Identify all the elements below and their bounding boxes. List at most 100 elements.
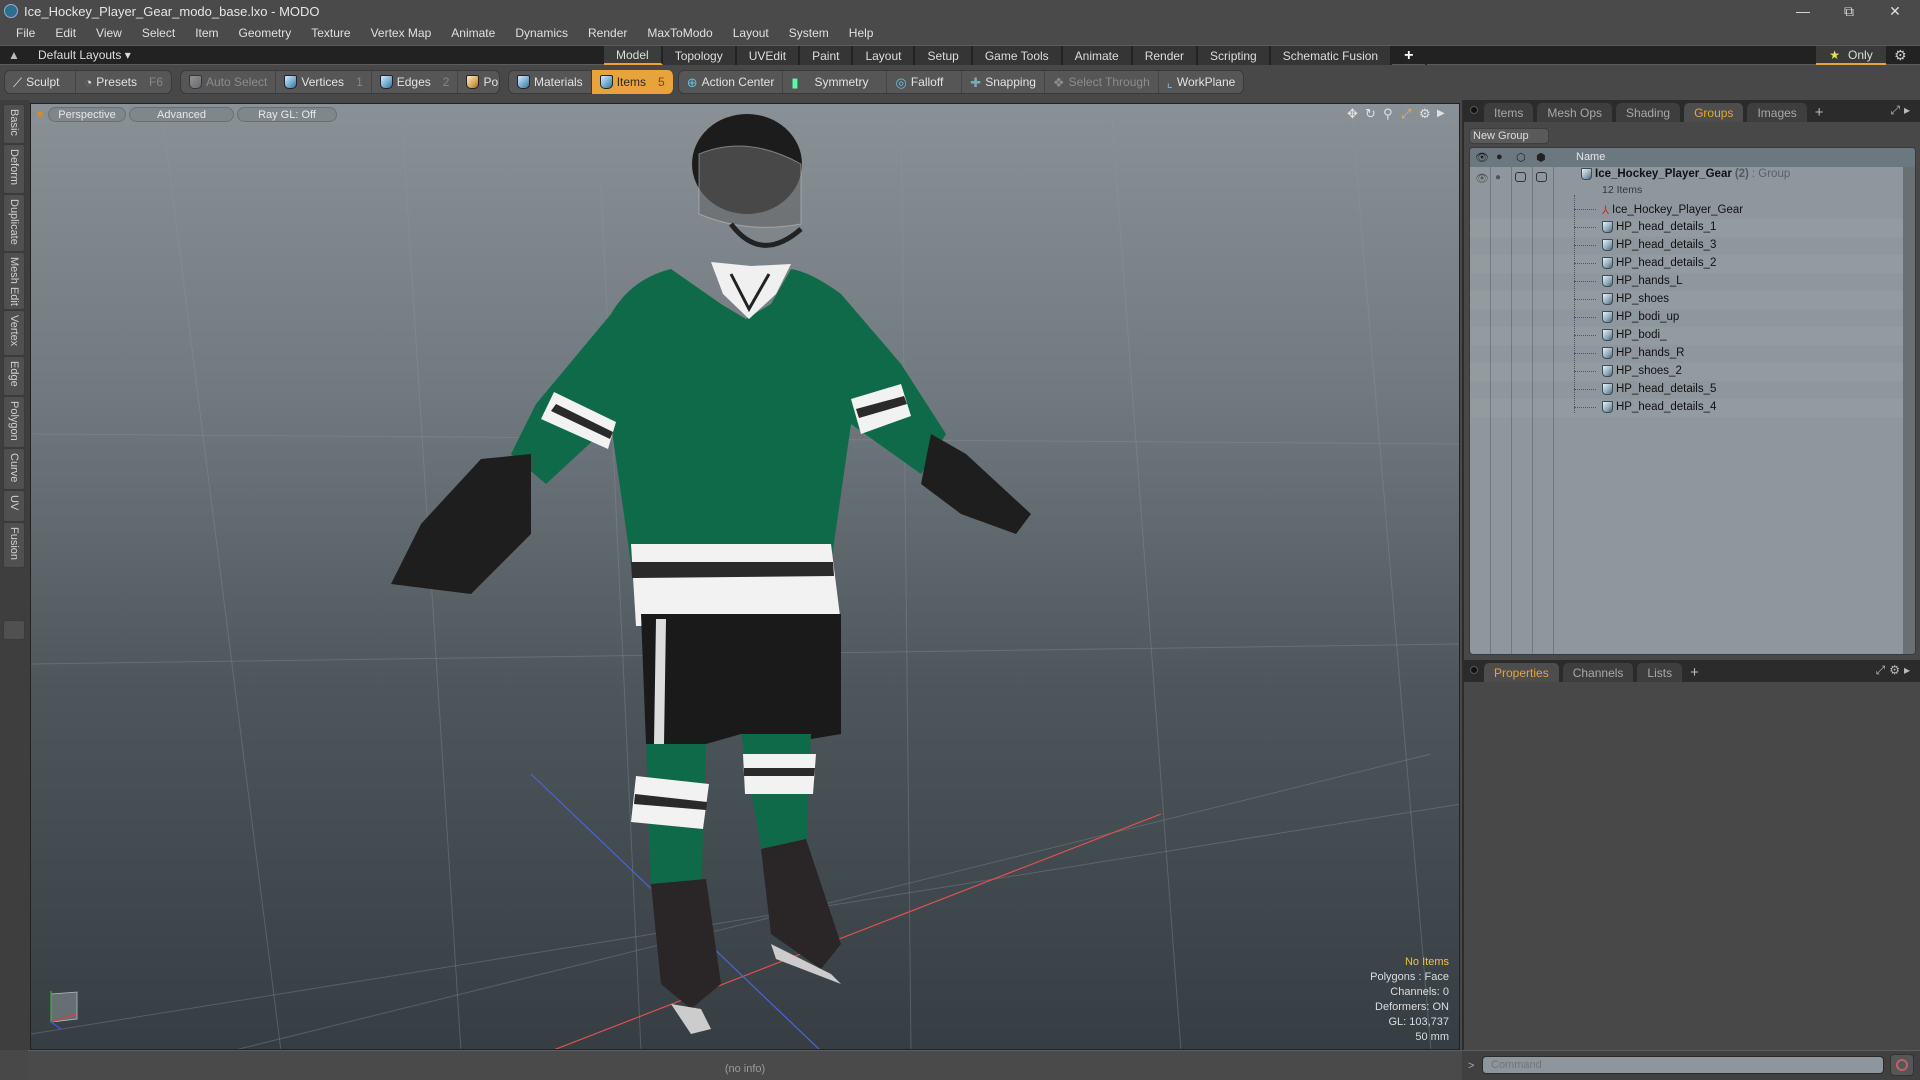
group-item-row[interactable]: HP_head_details_5 — [1470, 381, 1915, 399]
tab-vertex[interactable]: Vertex — [3, 310, 25, 356]
presets-button[interactable]: ◔ Presets F6 — [76, 71, 171, 93]
panel-expand-icon[interactable]: ⤢▸ — [1890, 103, 1914, 118]
materials-button[interactable]: Materials — [508, 70, 592, 94]
menu-render[interactable]: Render — [578, 26, 637, 40]
restore-button[interactable]: ⧉ — [1826, 0, 1872, 22]
group-select-toggle[interactable] — [1536, 172, 1547, 182]
tab-deform[interactable]: Deform — [3, 144, 25, 194]
view-mode-dropdown[interactable]: Perspective — [48, 107, 126, 122]
layout-tab-scripting[interactable]: Scripting — [1198, 46, 1271, 65]
group-item-row[interactable]: ⅄ Ice_Hockey_Player_Gear — [1470, 201, 1915, 219]
tab-edge[interactable]: Edge — [3, 356, 25, 396]
layout-tab-paint[interactable]: Paint — [800, 46, 854, 65]
tab-mesh-edit[interactable]: Mesh Edit — [3, 252, 25, 310]
maximize-viewport-icon[interactable]: ⤢ — [1401, 106, 1411, 122]
layout-tab-model[interactable]: Model — [604, 46, 663, 65]
layout-tab-game-tools[interactable]: Game Tools — [972, 46, 1063, 65]
tab-polygon[interactable]: Polygon — [3, 396, 25, 448]
snapping-button[interactable]: ✚ Snapping — [962, 71, 1045, 93]
collapse-up-icon[interactable]: ▲ — [8, 48, 20, 62]
menu-item[interactable]: Item — [185, 26, 228, 40]
layout-tab-render[interactable]: Render — [1132, 46, 1199, 65]
tab-groups[interactable]: Groups — [1684, 103, 1744, 122]
tab-shading[interactable]: Shading — [1616, 103, 1681, 122]
menu-view[interactable]: View — [86, 26, 132, 40]
items-button[interactable]: Items 5 — [591, 70, 674, 94]
menu-select[interactable]: Select — [132, 26, 185, 40]
tab-channels[interactable]: Channels — [1562, 663, 1634, 682]
layout-tab-setup[interactable]: Setup — [915, 46, 973, 65]
add-tab-button[interactable]: + — [1811, 103, 1828, 122]
menu-help[interactable]: Help — [839, 26, 884, 40]
tree-scrollbar[interactable] — [1903, 167, 1915, 654]
select-through-button[interactable]: ❖ Select Through — [1045, 71, 1159, 93]
minimize-button[interactable]: — — [1780, 0, 1826, 22]
tab-images[interactable]: Images — [1747, 103, 1807, 122]
toggle-tabs-button[interactable] — [3, 620, 25, 640]
pan-icon[interactable]: ✥ — [1347, 106, 1358, 122]
layout-tab-animate[interactable]: Animate — [1062, 46, 1133, 65]
rotate-icon[interactable]: ↻ — [1365, 106, 1376, 122]
tab-lists[interactable]: Lists — [1637, 663, 1683, 682]
command-input[interactable] — [1482, 1056, 1884, 1074]
edges-button[interactable]: Edges 2 — [372, 71, 459, 93]
menu-vertex-map[interactable]: Vertex Map — [361, 26, 442, 40]
shading-mode-dropdown[interactable]: Advanced — [129, 107, 234, 122]
menu-dynamics[interactable]: Dynamics — [505, 26, 578, 40]
render-camera-icon[interactable]: ● — [1496, 151, 1503, 163]
group-item-row[interactable]: HP_head_details_2 — [1470, 255, 1915, 273]
tab-curve[interactable]: Curve — [3, 448, 25, 490]
action-center-button[interactable]: ⊕ Action Center — [679, 71, 784, 93]
add-properties-tab-button[interactable]: + — [1686, 663, 1703, 682]
viewport-settings-gear-icon[interactable]: ⚙ — [1419, 106, 1431, 122]
new-group-button[interactable]: New Group — [1469, 128, 1549, 144]
zoom-icon[interactable]: ⚲ — [1383, 106, 1393, 122]
menu-animate[interactable]: Animate — [441, 26, 505, 40]
menu-file[interactable]: File — [6, 26, 45, 40]
add-layout-tab-button[interactable]: + — [1392, 46, 1428, 65]
menu-layout[interactable]: Layout — [723, 26, 779, 40]
group-item-row[interactable]: HP_head_details_1 — [1470, 219, 1915, 237]
menu-texture[interactable]: Texture — [301, 26, 360, 40]
viewport-menu-arrow-icon[interactable]: ▶ — [1437, 108, 1445, 119]
lock-cube-icon[interactable]: ⬡ — [1516, 151, 1526, 164]
layout-tab-schematic-fusion[interactable]: Schematic Fusion — [1270, 46, 1393, 65]
gear-icon[interactable]: ⚙ — [1894, 47, 1907, 64]
properties-panel-controls-icon[interactable]: ⤢⚙▸ — [1876, 663, 1914, 678]
group-render-icon[interactable]: ● — [1495, 172, 1501, 183]
tab-duplicate[interactable]: Duplicate — [3, 194, 25, 252]
group-item-row[interactable]: HP_head_details_3 — [1470, 237, 1915, 255]
group-item-row[interactable]: HP_shoes — [1470, 291, 1915, 309]
3d-viewport[interactable]: Perspective Advanced Ray GL: Off ✥ ↻ ⚲ ⤢… — [30, 103, 1460, 1050]
properties-options-dot-icon[interactable] — [1470, 666, 1478, 674]
group-lock-toggle[interactable] — [1515, 172, 1526, 182]
polygons-button[interactable]: Polygons — [458, 71, 499, 93]
group-item-row[interactable]: HP_bodi_ — [1470, 327, 1915, 345]
group-visibility-eye-icon[interactable]: 👁 — [1475, 172, 1489, 185]
layout-tab-layout[interactable]: Layout — [853, 46, 916, 65]
name-column-header[interactable]: Name — [1576, 151, 1605, 163]
menu-maxtomodo[interactable]: MaxToModo — [637, 26, 722, 40]
raygl-toggle[interactable]: Ray GL: Off — [237, 107, 337, 122]
layout-tab-uvedit[interactable]: UVEdit — [736, 46, 801, 65]
group-item-row[interactable]: HP_shoes_2 — [1470, 363, 1915, 381]
falloff-button[interactable]: ◎ Falloff — [887, 71, 963, 93]
group-row[interactable]: 👁 ● Ice_Hockey_Player_Gear (2) : Group 1… — [1470, 167, 1915, 201]
tab-fusion[interactable]: Fusion — [3, 522, 25, 568]
select-cube-icon[interactable]: ⬢ — [1536, 151, 1546, 164]
group-item-row[interactable]: HP_bodi_up — [1470, 309, 1915, 327]
visibility-eye-icon[interactable]: 👁 — [1475, 151, 1489, 164]
tab-mesh-ops[interactable]: Mesh Ops — [1537, 103, 1613, 122]
tab-basic[interactable]: Basic — [3, 104, 25, 144]
tab-properties[interactable]: Properties — [1484, 663, 1559, 682]
menu-geometry[interactable]: Geometry — [229, 26, 302, 40]
sculpt-button[interactable]: ⟋ Sculpt — [5, 71, 77, 93]
menu-edit[interactable]: Edit — [45, 26, 86, 40]
group-item-row[interactable]: HP_hands_R — [1470, 345, 1915, 363]
tab-items[interactable]: Items — [1484, 103, 1534, 122]
group-item-row[interactable]: HP_hands_L — [1470, 273, 1915, 291]
command-record-button[interactable] — [1890, 1054, 1914, 1076]
only-toggle-button[interactable]: ★ Only — [1816, 46, 1886, 65]
panel-options-dot-icon[interactable] — [1470, 106, 1478, 114]
layout-tab-topology[interactable]: Topology — [662, 46, 737, 65]
